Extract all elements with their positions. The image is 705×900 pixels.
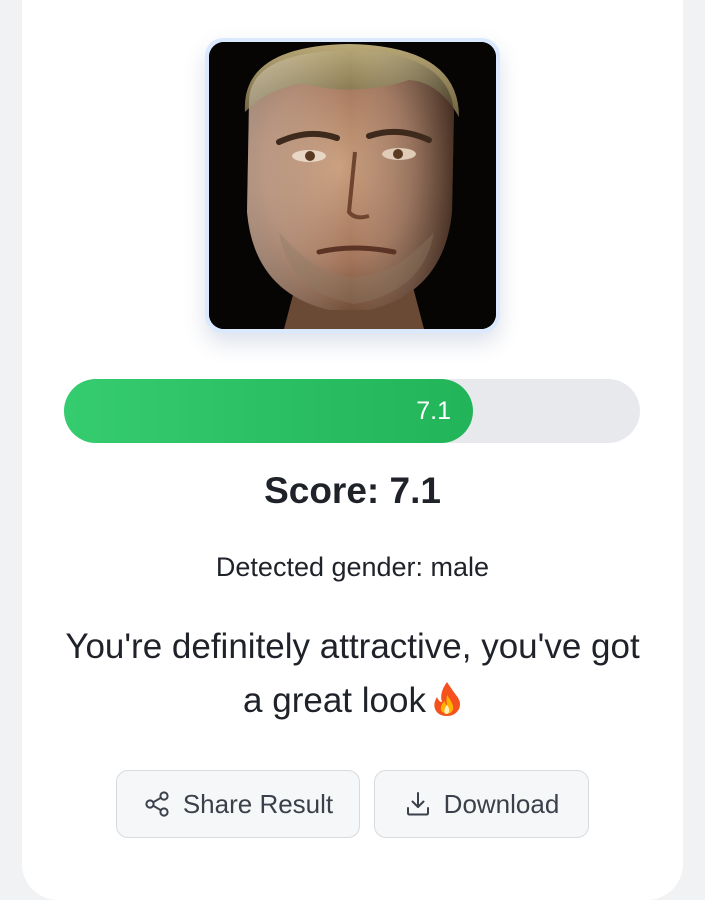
score-progress-bar: 7.1 bbox=[64, 379, 640, 443]
photo-frame bbox=[205, 38, 500, 333]
detected-gender: Detected gender: male bbox=[215, 552, 490, 582]
score-progress-fill bbox=[64, 379, 473, 443]
score-heading: Score: 7.1 bbox=[264, 470, 441, 511]
fire-icon bbox=[432, 679, 462, 733]
download-button[interactable]: Download bbox=[374, 770, 589, 838]
download-label: Download bbox=[443, 788, 560, 819]
share-icon bbox=[143, 790, 171, 818]
result-message: You're definitely attractive, you've got… bbox=[60, 620, 645, 733]
face-photo bbox=[209, 42, 496, 329]
result-message-text: You're definitely attractive, you've got… bbox=[65, 627, 640, 720]
share-result-button[interactable]: Share Result bbox=[116, 770, 360, 838]
share-result-label: Share Result bbox=[182, 788, 334, 819]
score-progress-label: 7.1 bbox=[416, 397, 451, 425]
download-icon bbox=[404, 790, 432, 818]
